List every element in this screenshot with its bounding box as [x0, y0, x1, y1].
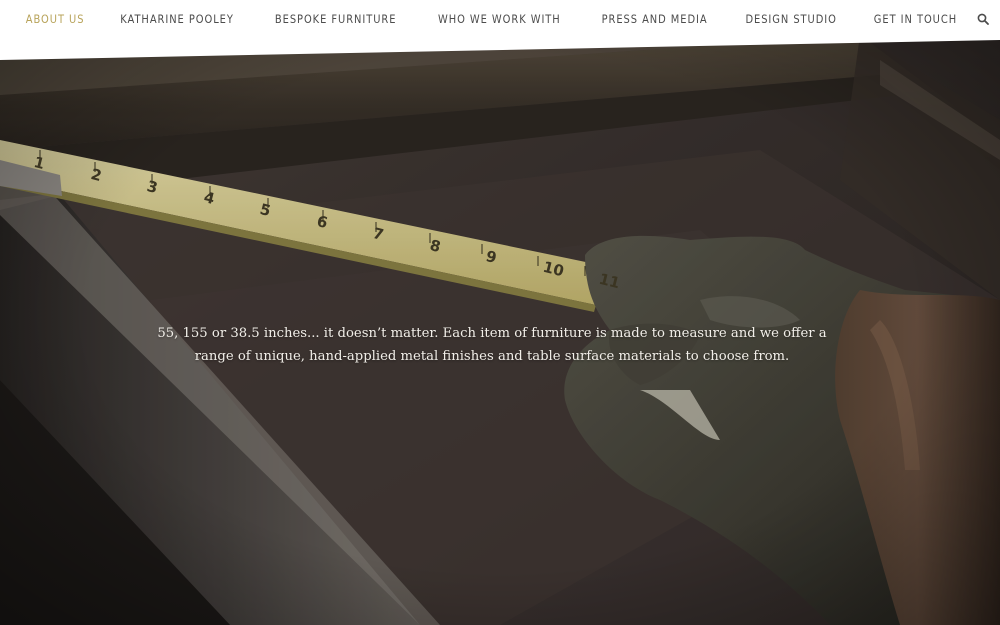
nav-menu: ABOUT US KATHARINE POOLEY BESPOKE FURNIT… [0, 0, 1000, 38]
nav-item-design-studio[interactable]: DESIGN STUDIO [736, 0, 846, 38]
hero-image: 1 2 3 4 5 6 7 8 9 10 11 55, 155 or 38.5 inches... … [0, 0, 1000, 625]
nav-item-katharine-pooley[interactable]: KATHARINE POOLEY [111, 0, 244, 38]
hero-illustration [0, 0, 1000, 625]
nav-item-bespoke-furniture[interactable]: BESPOKE FURNITURE [265, 0, 405, 38]
nav-item-about-us[interactable]: ABOUT US [16, 0, 94, 38]
nav-item-who-we-work-with[interactable]: WHO WE WORK WITH [429, 0, 571, 38]
nav-item-get-in-touch[interactable]: GET IN TOUCH [864, 0, 966, 38]
page: 1 2 3 4 5 6 7 8 9 10 11 55, 155 or 38.5 inches... … [0, 0, 1000, 625]
hero-caption: 55, 155 or 38.5 inches... it doesn’t mat… [157, 326, 827, 365]
search-icon[interactable] [976, 0, 990, 38]
nav-item-press-and-media[interactable]: PRESS AND MEDIA [592, 0, 717, 38]
top-navigation: ABOUT US KATHARINE POOLEY BESPOKE FURNIT… [0, 0, 1000, 38]
